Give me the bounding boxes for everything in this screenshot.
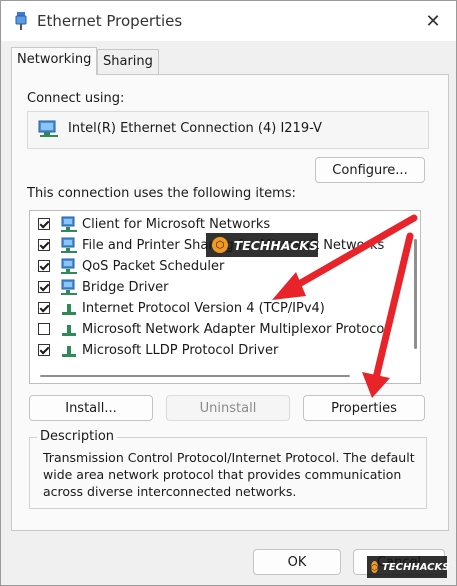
techhacks-logo-icon: ⬡ xyxy=(212,237,228,253)
techhacks-watermark: ⬡ TECHHACKS xyxy=(206,233,318,257)
techhacks-logo-icon: ⬡ xyxy=(371,561,378,573)
arrow-to-properties xyxy=(362,232,414,398)
tab-networking[interactable]: Networking xyxy=(11,47,98,75)
annotation-arrows xyxy=(272,214,418,398)
arrow-to-ipv4 xyxy=(272,214,418,300)
watermark-text: TECHHACKS xyxy=(233,237,318,253)
watermark-text: TECHHACKS xyxy=(381,561,450,573)
techhacks-corner-watermark: ⬡ TECHHACKS xyxy=(367,556,450,578)
